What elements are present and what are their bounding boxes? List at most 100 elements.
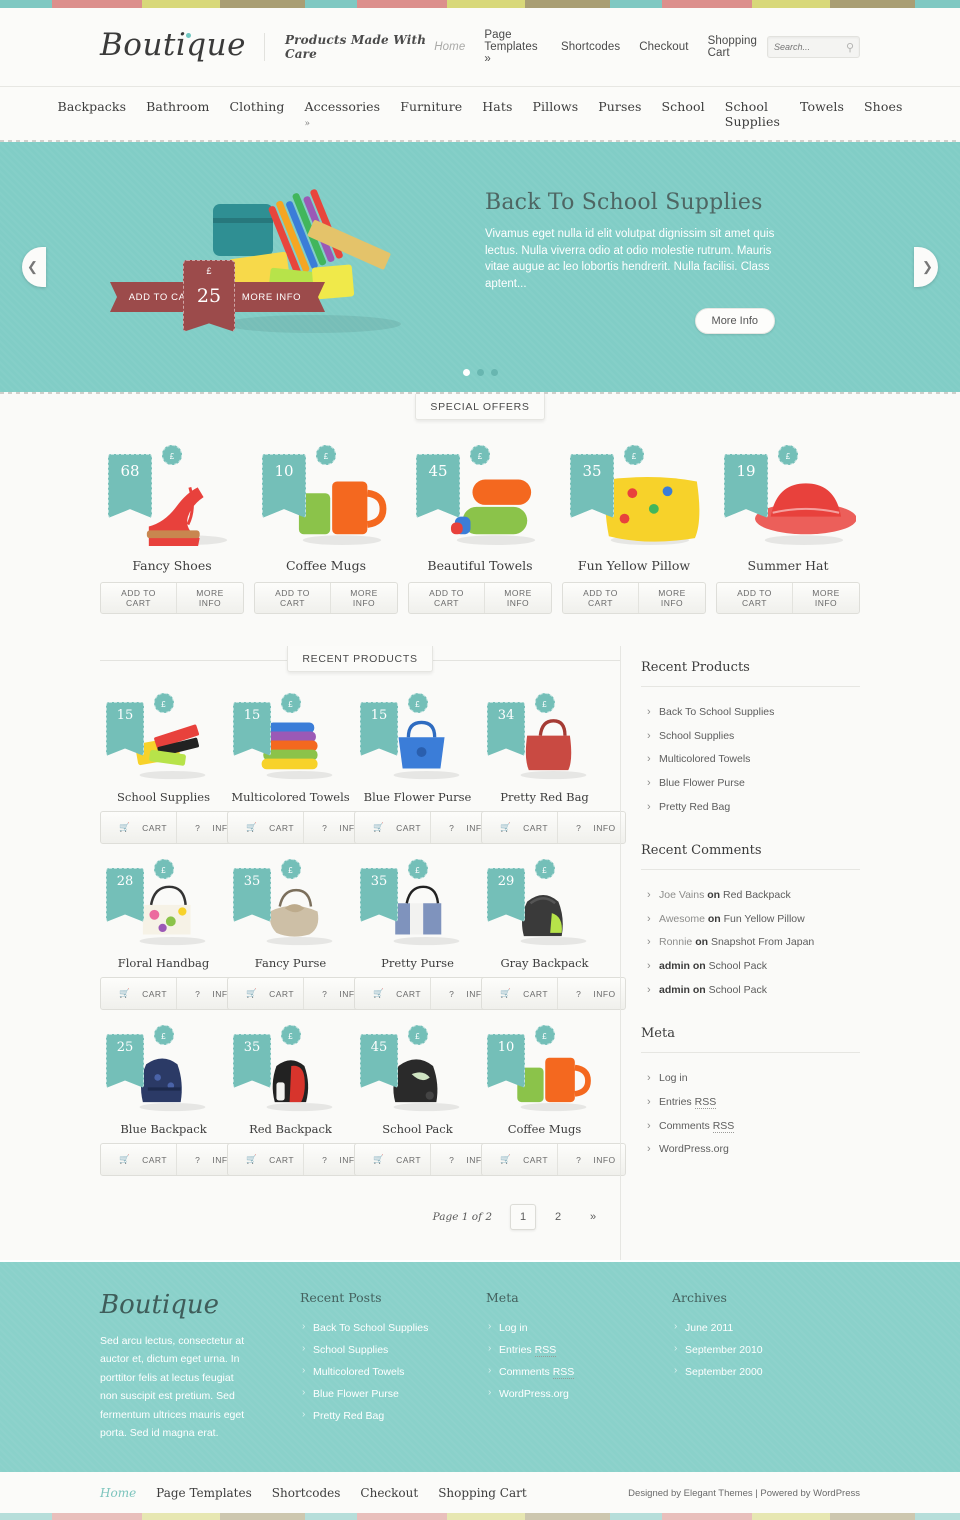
sidebar-meta-item-link[interactable]: Log in [659,1072,688,1084]
footer-recent-post-link[interactable]: Multicolored Towels [313,1366,404,1378]
comment-post[interactable]: Snapshot From Japan [711,936,814,948]
category-item-5[interactable]: Hats [482,99,512,129]
footer-recent-post-link[interactable]: Back To School Supplies [313,1322,428,1334]
nav-item-1[interactable]: Page Templates » [484,29,542,65]
footer-recent-post-link[interactable]: School Supplies [313,1344,388,1356]
product-cart-button[interactable]: 🛒 CART [355,1144,430,1175]
slider-dot-0[interactable] [462,369,470,376]
bottom-nav-item-1[interactable]: Page Templates [156,1486,252,1500]
bottom-nav-item-4[interactable]: Shopping Cart [438,1486,527,1500]
search-icon[interactable]: ⚲ [846,41,854,54]
search-box[interactable]: ⚲ [767,36,860,58]
slider-prev-button[interactable]: ❮ [22,247,46,287]
offer-more-info-button[interactable]: MORE INFO [330,583,397,613]
sidebar-recent-product-link[interactable]: Back To School Supplies [659,706,774,718]
recent-products-heading-wrap: RECENT PRODUCTS [100,646,620,676]
offer-more-info-button[interactable]: MORE INFO [484,583,551,613]
credits: Designed by Elegant Themes | Powered by … [628,1487,860,1499]
special-offers-heading: SPECIAL OFFERS [415,394,545,420]
category-item-7[interactable]: Purses [598,99,641,129]
offer-add-to-cart-button[interactable]: ADD TO CART [255,583,330,613]
offer-more-info-button[interactable]: MORE INFO [792,583,859,613]
category-item-8[interactable]: School [662,99,705,129]
footer-meta-item-link[interactable]: Entries RSS [499,1344,557,1357]
offer-add-to-cart-button[interactable]: ADD TO CART [101,583,176,613]
category-item-1[interactable]: Bathroom [146,99,209,129]
product-cart-button[interactable]: 🛒 CART [228,978,303,1009]
product-media: £15 [354,693,481,784]
product-name: Floral Handbag [117,956,210,970]
page-button-2[interactable]: 2 [545,1204,571,1230]
category-item-11[interactable]: Shoes [864,99,902,129]
product-cart-button[interactable]: 🛒 CART [228,812,303,843]
product-cart-button[interactable]: 🛒 CART [101,1144,176,1175]
product-cart-button[interactable]: 🛒 CART [482,812,557,843]
slider-next-button[interactable]: ❯ [914,247,938,287]
comment-author[interactable]: Ronnie [659,936,692,948]
category-item-4[interactable]: Furniture [400,99,462,129]
product-cart-button[interactable]: 🛒 CART [101,978,176,1009]
nav-item-0[interactable]: Home [434,41,465,53]
comment-post[interactable]: School Pack [709,960,767,972]
product-info-button[interactable]: ? INFO [557,812,625,843]
product-cart-button[interactable]: 🛒 CART [482,978,557,1009]
category-item-6[interactable]: Pillows [533,99,579,129]
product-cart-button[interactable]: 🛒 CART [228,1144,303,1175]
page-next-button[interactable]: » [580,1204,606,1230]
category-item-2[interactable]: Clothing [230,99,285,129]
offer-add-to-cart-button[interactable]: ADD TO CART [717,583,792,613]
product-cart-button[interactable]: 🛒 CART [355,978,430,1009]
comment-post[interactable]: Red Backpack [723,889,791,901]
product-card: £25 Blue Backpack 🛒 CART? INFO [100,1025,245,1176]
nav-item-4[interactable]: Shopping Cart [708,35,757,59]
slider-dot-1[interactable] [476,369,484,376]
category-item-10[interactable]: Towels [800,99,844,129]
product-cart-button[interactable]: 🛒 CART [355,812,430,843]
footer-meta-item-link[interactable]: Comments RSS [499,1366,575,1379]
category-item-9[interactable]: School Supplies [725,99,780,129]
search-input[interactable] [774,42,846,52]
widget-recent-products: Recent Products Back To School Supplies S… [641,660,860,819]
bottom-nav-item-3[interactable]: Checkout [360,1486,418,1500]
offer-more-info-button[interactable]: MORE INFO [176,583,243,613]
product-info-button[interactable]: ? INFO [557,1144,625,1175]
product-info-button[interactable]: ? INFO [557,978,625,1009]
sidebar-recent-product-link[interactable]: Pretty Red Bag [659,801,730,813]
page-button-1[interactable]: 1 [510,1204,536,1230]
sidebar-meta-item-link[interactable]: WordPress.org [659,1143,729,1155]
footer-recent-post-link[interactable]: Blue Flower Purse [313,1388,399,1400]
product-cart-button[interactable]: 🛒 CART [101,812,176,843]
offer-buttons: ADD TO CART MORE INFO [100,582,244,614]
comment-post[interactable]: School Pack [709,984,767,996]
footer-meta-item-link[interactable]: Log in [499,1322,528,1334]
sidebar-meta-item-link[interactable]: Entries RSS [659,1096,717,1110]
product-cart-button[interactable]: 🛒 CART [482,1144,557,1175]
footer-archive-item-link[interactable]: June 2011 [685,1322,733,1334]
offer-add-to-cart-button[interactable]: ADD TO CART [409,583,484,613]
sidebar-recent-product-link[interactable]: Blue Flower Purse [659,777,745,789]
footer-archive-item-link[interactable]: September 2000 [685,1366,763,1378]
comment-post[interactable]: Fun Yellow Pillow [724,913,805,925]
site-logo[interactable]: Boutique [100,27,264,63]
sidebar-recent-product-link[interactable]: Multicolored Towels [659,753,750,765]
comment-author[interactable]: admin [659,960,690,972]
comment-author[interactable]: admin [659,984,690,996]
sidebar-meta-item-link[interactable]: Comments RSS [659,1119,735,1133]
nav-item-3[interactable]: Checkout [639,41,688,53]
comment-author[interactable]: Awesome [659,913,705,925]
category-item-0[interactable]: Backpacks [58,99,127,129]
offer-more-info-button[interactable]: MORE INFO [638,583,705,613]
slider-dot-2[interactable] [490,369,498,376]
category-item-3[interactable]: Accessories » [305,99,381,129]
comment-author[interactable]: Joe Vains [659,889,704,901]
bottom-nav-item-0[interactable]: Home [100,1486,136,1500]
footer-recent-post-link[interactable]: Pretty Red Bag [313,1410,384,1422]
slide-more-info-cta[interactable]: More Info [694,307,775,334]
sidebar-recent-product-link[interactable]: School Supplies [659,730,734,742]
bottom-nav-item-2[interactable]: Shortcodes [272,1486,341,1500]
offer-add-to-cart-button[interactable]: ADD TO CART [563,583,638,613]
footer-archive-item-link[interactable]: September 2010 [685,1344,763,1356]
nav-item-2[interactable]: Shortcodes [561,41,620,53]
price-amount: 19 [736,462,756,480]
footer-meta-item-link[interactable]: WordPress.org [499,1388,569,1400]
